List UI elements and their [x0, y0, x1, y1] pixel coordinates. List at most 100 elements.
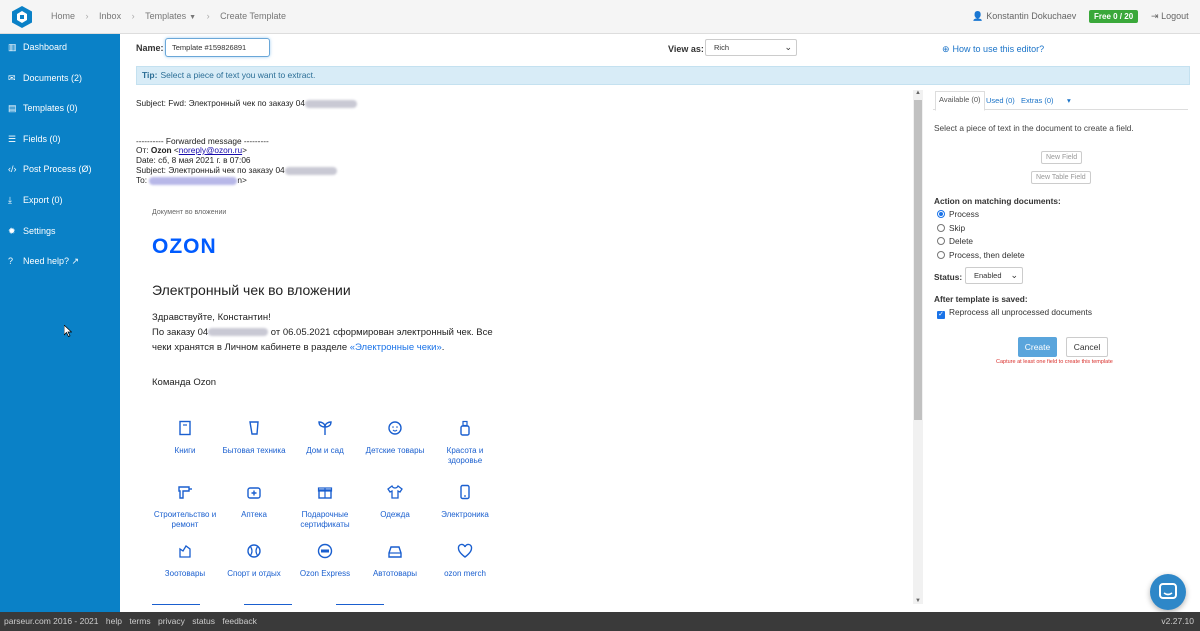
category-item[interactable]: Книги [152, 420, 218, 456]
user-menu[interactable]: 👤 Konstantin Dokuchaev [972, 11, 1076, 22]
radio-process-then-delete[interactable]: Process, then delete [937, 250, 1025, 260]
from-name[interactable]: Ozon [151, 145, 172, 155]
new-field-button[interactable]: New Field [1041, 151, 1083, 164]
receipts-link[interactable]: «Электронные чеки» [350, 342, 442, 353]
footer-link-terms[interactable]: terms [129, 616, 150, 626]
new-table-field-button[interactable]: New Table Field [1031, 171, 1091, 184]
footer-link-feedback[interactable]: feedback [222, 616, 257, 626]
version: v2.27.10 [1161, 616, 1194, 626]
tab-extras[interactable]: Extras (0) [1018, 93, 1057, 108]
mail-to[interactable]: To: n> [136, 175, 247, 185]
sidebar-item-export[interactable]: ⤓ Export (0) [8, 195, 63, 206]
document-viewer[interactable]: Subject: Fwd: Электронный чек по заказу … [130, 90, 912, 605]
category-item[interactable]: Детские товары [362, 420, 428, 456]
radio-delete[interactable]: Delete [937, 236, 973, 246]
status-select[interactable]: Enabled ⌄ [965, 267, 1023, 284]
email-title[interactable]: Электронный чек во вложении [152, 282, 351, 298]
greeting[interactable]: Здравствуйте, Константин! [152, 310, 497, 325]
chat-button[interactable] [1150, 574, 1186, 610]
breadcrumb-inbox[interactable]: Inbox [99, 11, 121, 21]
download-icon: ⤓ [8, 195, 12, 205]
sidebar-item-post-process[interactable]: ‹/› Post Process (Ø) [8, 164, 92, 174]
category-label: Одежда [380, 510, 410, 519]
to-prefix[interactable]: To: [136, 175, 149, 185]
category-item[interactable]: Бытовая техника [221, 420, 287, 456]
category-label: Детские товары [365, 446, 425, 455]
category-item[interactable]: Автотовары [362, 543, 428, 579]
category-label: Ozon Express [299, 569, 351, 578]
category-item[interactable]: Электроника [432, 484, 498, 520]
category-item[interactable]: Подарочные сертификаты [292, 484, 358, 530]
tab-available[interactable]: Available (0) [935, 91, 985, 111]
attachment-caption[interactable]: Документ во вложении [152, 209, 226, 216]
receipt-text[interactable]: По заказу 04 от 06.05.2021 сформирован э… [152, 325, 497, 355]
footer-copyright[interactable]: parseur.com 2016 - 2021 [4, 616, 99, 626]
radio-label: Process [949, 209, 979, 219]
signature[interactable]: Команда Ozon [152, 377, 216, 388]
template-name-input[interactable] [165, 38, 270, 57]
category-item[interactable]: Ozon Express [292, 543, 358, 579]
radio-icon [937, 251, 945, 259]
footer-link-status[interactable]: status [192, 616, 215, 626]
mail-subject-text[interactable]: Subject: Электронный чек по заказу 04 [136, 165, 285, 175]
sidebar-item-templates[interactable]: ▤ Templates (0) [8, 103, 78, 114]
create-button[interactable]: Create [1018, 337, 1057, 357]
radio-icon [937, 224, 945, 232]
from-email-link[interactable]: noreply@ozon.ru [179, 145, 242, 155]
from-prefix[interactable]: От: [136, 145, 151, 155]
to-suffix[interactable]: n> [237, 175, 246, 185]
logo-fragment [244, 604, 292, 605]
category-label: Аптека [241, 510, 267, 519]
radio-skip[interactable]: Skip [937, 223, 965, 233]
heart-icon [457, 543, 473, 558]
category-item[interactable]: Красота и здоровье [432, 420, 498, 466]
category-item[interactable]: Спорт и отдых [221, 543, 287, 579]
radio-process[interactable]: Process [937, 209, 979, 219]
sidebar-item-dashboard[interactable]: ▥ Dashboard [8, 42, 67, 53]
sidebar-item-label: Documents (2) [23, 73, 83, 83]
baby-icon [388, 421, 402, 435]
category-label: Подарочные сертификаты [300, 510, 350, 529]
footer-link-help[interactable]: help [106, 616, 122, 626]
scroll-down-icon[interactable]: ▼ [915, 598, 921, 604]
tab-used[interactable]: Used (0) [983, 93, 1018, 108]
sidebar-item-settings[interactable]: ✹ Settings [8, 226, 56, 237]
howto-link[interactable]: ⊕ How to use this editor? [942, 44, 1044, 55]
category-item[interactable]: Одежда [362, 484, 428, 520]
sidebar-item-label: Fields (0) [23, 134, 61, 144]
document-scrollbar[interactable]: ▲ ▼ [913, 90, 923, 604]
mail-subject[interactable]: Subject: Электронный чек по заказу 04 [136, 165, 337, 175]
category-item[interactable]: Строительство и ремонт [152, 484, 218, 530]
category-item[interactable]: Дом и сад [292, 420, 358, 456]
sidebar-item-documents[interactable]: ✉ Documents (2) [8, 73, 82, 84]
scroll-thumb[interactable] [914, 100, 922, 420]
breadcrumb-home[interactable]: Home [51, 11, 75, 21]
radio-label: Delete [949, 236, 973, 246]
sidebar-item-fields[interactable]: ☰ Fields (0) [8, 134, 61, 145]
receipt-text-start[interactable]: По заказу 04 [152, 327, 208, 338]
scroll-up-icon[interactable]: ▲ [915, 90, 921, 96]
plan-badge[interactable]: Free 0 / 20 [1089, 10, 1139, 23]
sidebar: ▥ Dashboard ✉ Documents (2) ▤ Templates (0)… [0, 34, 120, 612]
category-label: Бытовая техника [222, 446, 286, 455]
sidebar-item-need-help[interactable]: ? Need help? ↗ [8, 256, 79, 267]
viewas-select[interactable]: Rich ⌄ [705, 39, 797, 56]
footer-link-privacy[interactable]: privacy [158, 616, 185, 626]
sidebar-item-label: Templates (0) [23, 103, 78, 113]
category-label: ozon merch [444, 569, 486, 578]
category-label: Красота и здоровье [446, 446, 484, 465]
breadcrumb-templates[interactable]: Templates ▼ [145, 11, 196, 21]
mail-date[interactable]: Date: сб, 8 мая 2021 г. в 07:06 [136, 155, 251, 165]
cancel-button[interactable]: Cancel [1066, 337, 1108, 357]
reprocess-checkbox[interactable]: ✓ Reprocess all unprocessed documents [937, 307, 1092, 319]
parseur-logo-icon[interactable] [12, 6, 32, 28]
category-item[interactable]: Зоотовары [152, 543, 218, 579]
category-item[interactable]: Аптека [221, 484, 287, 520]
category-item[interactable]: ozon merch [432, 543, 498, 579]
caret-down-icon[interactable]: ▾ [1064, 93, 1074, 108]
mail-from[interactable]: От: Ozon <noreply@ozon.ru> [136, 145, 247, 155]
logout-link[interactable]: ⇥ Logout [1151, 11, 1189, 22]
mail-subject-top-text[interactable]: Subject: Fwd: Электронный чек по заказу … [136, 98, 305, 108]
email-paragraph[interactable]: Здравствуйте, Константин! По заказу 04 о… [152, 310, 497, 355]
mail-subject-top[interactable]: Subject: Fwd: Электронный чек по заказу … [136, 98, 357, 108]
